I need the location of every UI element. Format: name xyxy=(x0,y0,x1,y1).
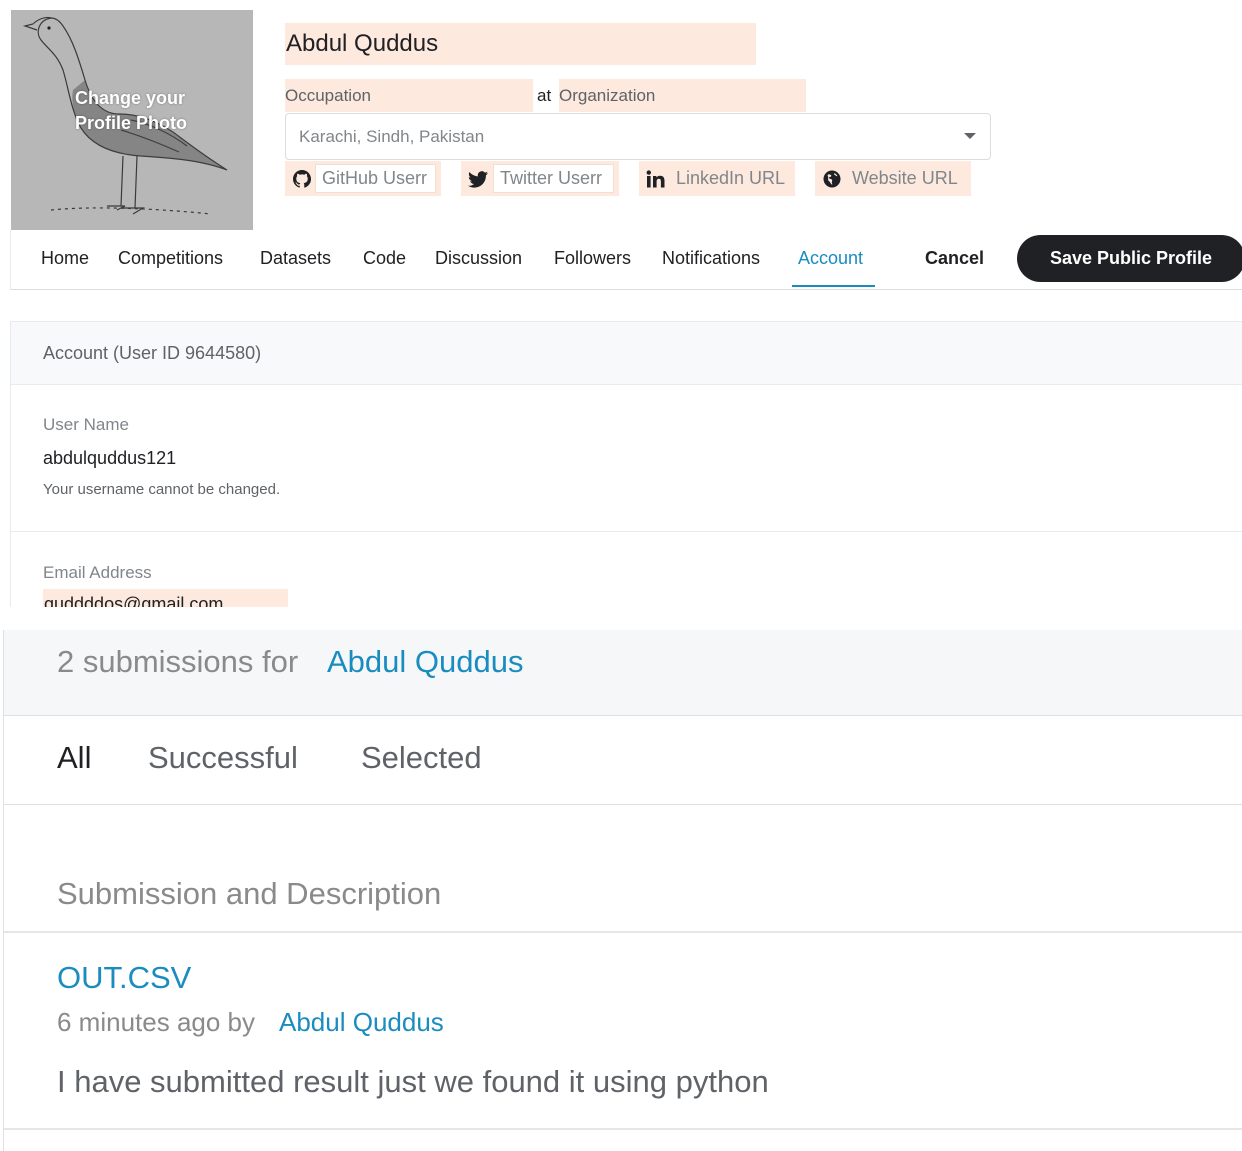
submitter-link[interactable]: Abdul Quddus xyxy=(327,644,523,680)
nav-account[interactable]: Account xyxy=(798,230,863,287)
nav-home[interactable]: Home xyxy=(41,230,89,287)
divider xyxy=(4,931,1242,933)
occupation-field[interactable]: Occupation xyxy=(285,79,533,112)
nav-discussion[interactable]: Discussion xyxy=(435,230,522,287)
nav-code[interactable]: Code xyxy=(363,230,406,287)
username-label: User Name xyxy=(43,415,129,434)
globe-icon xyxy=(821,168,843,190)
save-public-profile-button[interactable]: Save Public Profile xyxy=(1017,235,1242,282)
twitter-username-input[interactable]: Twitter Userr xyxy=(493,164,614,193)
email-field[interactable]: quddddos@gmail.com xyxy=(43,589,288,607)
github-username-input[interactable]: GitHub Userr xyxy=(315,164,436,193)
email-label: Email Address xyxy=(43,563,152,582)
display-name-field[interactable]: Abdul Quddus xyxy=(285,23,756,65)
nav-followers[interactable]: Followers xyxy=(554,230,631,287)
at-label: at xyxy=(537,86,552,105)
submission-filter-tabs: All Successful Selected xyxy=(4,716,1242,805)
linkedin-url-input[interactable]: LinkedIn URL xyxy=(669,164,792,193)
twitter-field-group: Twitter Userr xyxy=(461,161,619,196)
nav-competitions[interactable]: Competitions xyxy=(118,230,223,287)
cancel-button[interactable]: Cancel xyxy=(925,230,984,287)
tab-selected[interactable]: Selected xyxy=(361,740,482,776)
change-photo-label[interactable]: Change your Profile Photo xyxy=(75,86,187,136)
submissions-header: 2 submissions for Abdul Quddus xyxy=(4,630,1242,716)
twitter-icon xyxy=(467,168,489,190)
location-select[interactable]: Karachi, Sindh, Pakistan xyxy=(285,113,991,160)
location-value: Karachi, Sindh, Pakistan xyxy=(299,127,485,146)
column-header-submission: Submission and Description xyxy=(57,876,442,911)
account-header-title: Account (User ID 9644580) xyxy=(43,343,262,363)
organization-field[interactable]: Organization xyxy=(559,79,806,112)
nav-datasets[interactable]: Datasets xyxy=(260,230,331,287)
submission-file-link[interactable]: OUT.CSV xyxy=(57,960,191,996)
linkedin-icon xyxy=(645,168,667,190)
tab-successful[interactable]: Successful xyxy=(148,740,298,776)
submission-count: 2 submissions for xyxy=(57,644,299,679)
website-url-input[interactable]: Website URL xyxy=(845,164,968,193)
divider xyxy=(11,531,1242,532)
submissions-panel: 2 submissions for Abdul Quddus All Succe… xyxy=(3,630,1242,1151)
github-icon xyxy=(291,168,313,190)
submission-author-link[interactable]: Abdul Quddus xyxy=(279,1007,444,1038)
nav-notifications[interactable]: Notifications xyxy=(662,230,760,287)
profile-photo[interactable]: Change your Profile Photo xyxy=(11,10,253,230)
submission-description: I have submitted result just we found it… xyxy=(57,1064,769,1099)
chevron-down-icon[interactable] xyxy=(964,133,976,139)
username-value: abdulquddus121 xyxy=(43,448,177,468)
linkedin-field-group: LinkedIn URL xyxy=(639,161,795,196)
username-help-text: Your username cannot be changed. xyxy=(43,481,281,498)
account-panel: Account (User ID 9644580) User Name abdu… xyxy=(10,321,1242,607)
active-tab-indicator xyxy=(792,285,875,287)
account-header: Account (User ID 9644580) xyxy=(11,322,1242,385)
tab-all[interactable]: All xyxy=(57,740,91,776)
submission-time: 6 minutes ago by xyxy=(57,1007,256,1037)
profile-nav: Home Competitions Datasets Code Discussi… xyxy=(10,230,1242,290)
divider xyxy=(4,1128,1242,1130)
website-field-group: Website URL xyxy=(815,161,971,196)
github-field-group: GitHub Userr xyxy=(285,161,441,196)
